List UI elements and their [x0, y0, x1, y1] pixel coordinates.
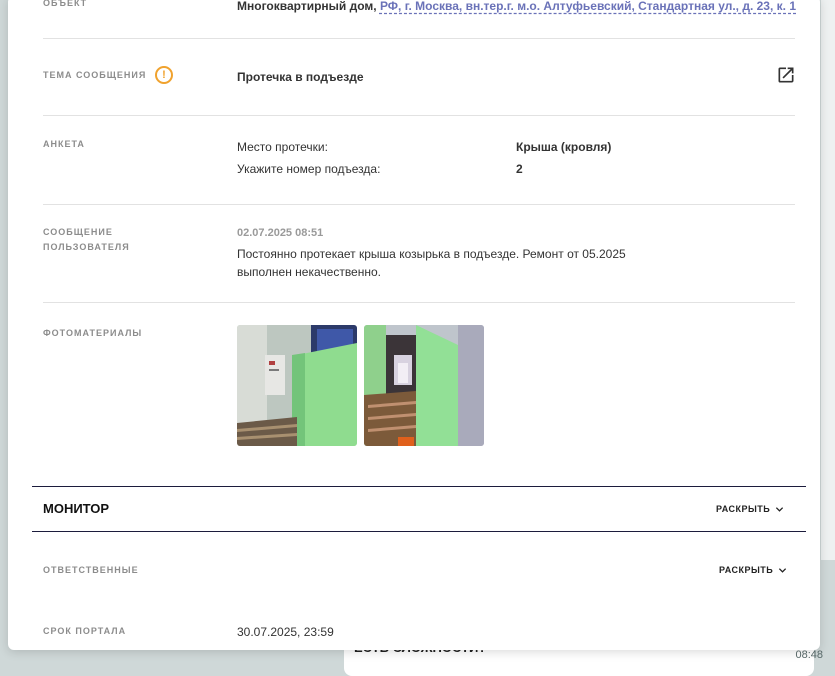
background-scrollbar [821, 0, 835, 560]
divider [43, 38, 795, 39]
photo-thumbnail-1[interactable] [237, 325, 357, 446]
background-message-time: 08:48 [795, 649, 823, 661]
object-row: Объект Многоквартирный дом, РФ, г. Москв… [43, 0, 796, 36]
message-timestamp: 02.07.2025 08:51 [237, 227, 324, 239]
message-text-line-2: выполнен некачественно. [237, 265, 381, 279]
user-message-row: Сообщение пользователя 02.07.2025 08:51 … [43, 225, 795, 285]
user-message-label-1: Сообщение [43, 227, 113, 237]
survey-answer-2: 2 [516, 162, 523, 176]
open-in-new-icon[interactable] [776, 65, 796, 85]
warning-icon: ! [155, 66, 173, 84]
topic-label: Тема сообщения [43, 70, 147, 80]
monitor-expand-button[interactable]: РАСКРЫТЬ [716, 504, 784, 514]
survey-label: Анкета [43, 139, 85, 149]
responsible-label: Ответственные [43, 565, 139, 575]
deadline-value: 30.07.2025, 23:59 [237, 625, 334, 639]
deadline-label: Срок портала [43, 626, 127, 636]
chevron-down-icon [776, 506, 784, 512]
survey-question-2: Укажите номер подъезда: [237, 162, 381, 176]
monitor-section-header: МОНИТОР РАСКРЫТЬ [32, 486, 806, 532]
object-address-link[interactable]: РФ, г. Москва, вн.тер.г. м.о. Алтуфьевск… [380, 0, 796, 13]
monitor-expand-label: РАСКРЫТЬ [716, 504, 771, 514]
monitor-title: МОНИТОР [43, 501, 110, 516]
deadline-row: Срок портала 30.07.2025, 23:59 [43, 624, 795, 644]
message-text: Постоянно протекает крыша козырька в под… [237, 245, 626, 281]
responsible-expand-button[interactable]: РАСКРЫТЬ [719, 565, 787, 575]
survey-question-1: Место протечки: [237, 140, 328, 154]
topic-value: Протечка в подъезде [237, 70, 364, 84]
photos-row: Фотоматериалы [43, 325, 795, 450]
object-label: Объект [43, 0, 88, 8]
user-message-label-2: пользователя [43, 242, 130, 252]
divider [43, 204, 795, 205]
object-value: Многоквартирный дом, РФ, г. Москва, вн.т… [237, 0, 796, 13]
photo-thumbnail-2[interactable] [364, 325, 484, 446]
message-text-line-1: Постоянно протекает крыша козырька в под… [237, 247, 626, 261]
divider [43, 302, 795, 303]
object-type: Многоквартирный дом, [237, 0, 377, 13]
survey-row: Анкета Место протечки: Крыша (кровля) Ук… [43, 137, 795, 187]
photos-label: Фотоматериалы [43, 328, 143, 338]
appeal-details-modal: Объект Многоквартирный дом, РФ, г. Москв… [8, 0, 820, 650]
survey-answer-1: Крыша (кровля) [516, 140, 612, 154]
responsible-expand-label: РАСКРЫТЬ [719, 565, 774, 575]
chevron-down-icon [779, 567, 787, 573]
topic-row: Тема сообщения ! Протечка в подъезде [43, 62, 795, 92]
responsible-row: Ответственные РАСКРЫТЬ [43, 563, 795, 583]
divider [43, 115, 795, 116]
